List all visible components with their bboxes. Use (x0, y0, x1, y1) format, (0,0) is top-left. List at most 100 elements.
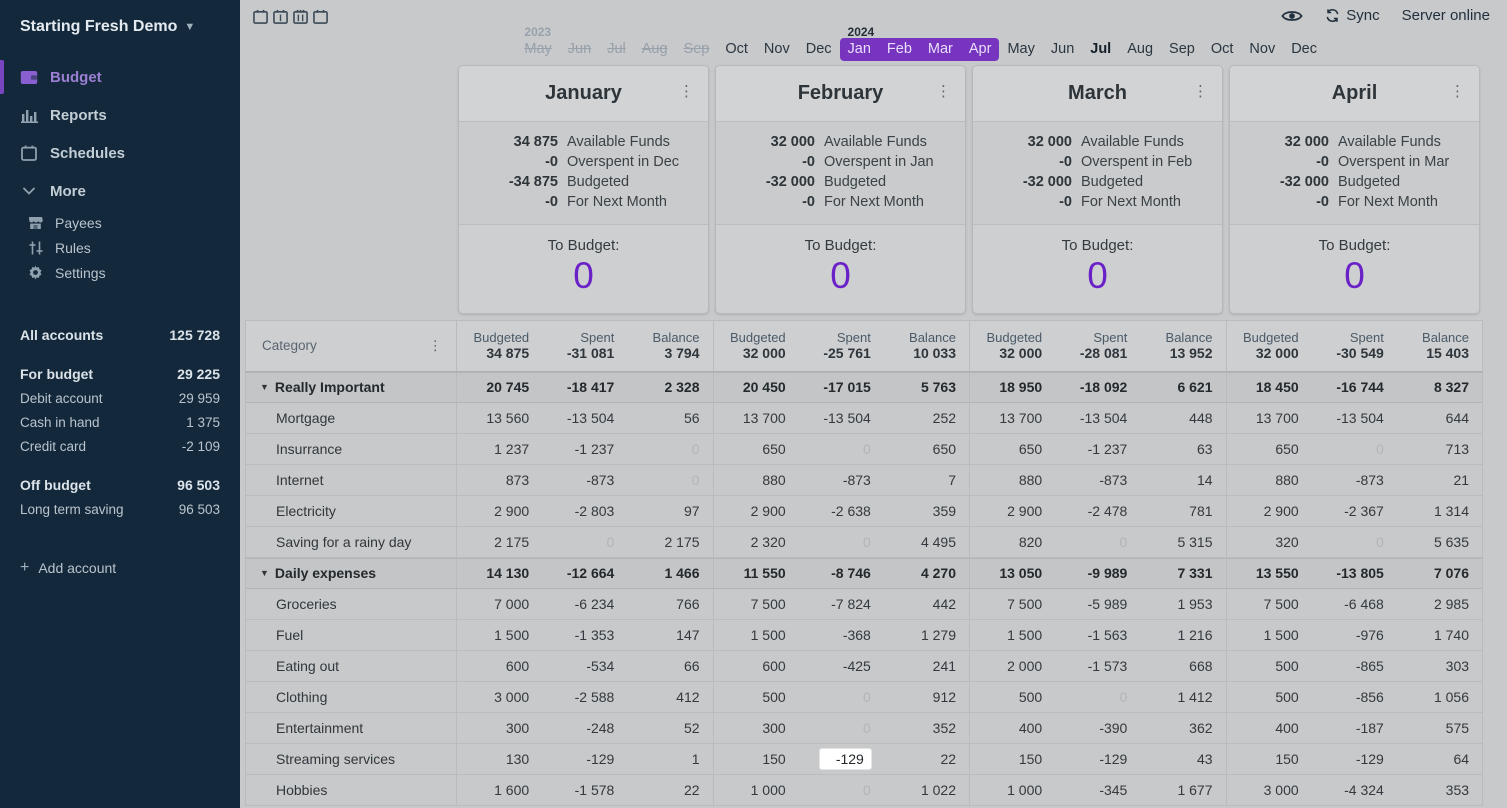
budgeted-cell[interactable]: 500 (714, 682, 799, 712)
category-name-cell[interactable]: Streaming services (246, 744, 456, 774)
category-name-cell[interactable]: Entertainment (246, 713, 456, 743)
spent-cell[interactable]: 0 (799, 434, 884, 464)
budgeted-cell[interactable]: 873 (457, 465, 542, 495)
timeline-month-oct[interactable]: Oct (1203, 38, 1242, 61)
budgeted-cell[interactable]: 7 000 (457, 589, 542, 619)
spent-cell[interactable]: -865 (1312, 651, 1397, 681)
balance-cell[interactable]: 362 (1140, 713, 1225, 743)
balance-cell[interactable]: 2 175 (627, 527, 712, 557)
budgeted-cell[interactable]: 20 450 (714, 373, 799, 402)
spent-cell[interactable]: -5 989 (1055, 589, 1140, 619)
balance-cell[interactable]: 412 (627, 682, 712, 712)
timeline-month-oct[interactable]: Oct (717, 38, 756, 61)
spent-cell[interactable]: 0 (799, 713, 884, 743)
spent-cell[interactable]: -873 (542, 465, 627, 495)
budgeted-cell[interactable]: 1 500 (1227, 620, 1312, 650)
spent-cell[interactable]: -13 504 (1055, 403, 1140, 433)
budgeted-cell[interactable]: 880 (1227, 465, 1312, 495)
budgeted-cell[interactable]: 18 950 (970, 373, 1055, 402)
timeline-month-sep[interactable]: Sep (676, 38, 718, 61)
budgeted-cell[interactable]: 400 (970, 713, 1055, 743)
spent-cell[interactable]: -13 504 (1312, 403, 1397, 433)
balance-cell[interactable]: 448 (1140, 403, 1225, 433)
server-status-button[interactable]: Server online (1402, 7, 1490, 24)
balance-cell[interactable]: 241 (884, 651, 969, 681)
budgeted-cell[interactable]: 650 (1227, 434, 1312, 464)
spent-cell[interactable]: -873 (799, 465, 884, 495)
spent-cell[interactable]: -345 (1055, 775, 1140, 805)
category-name-cell[interactable]: Clothing (246, 682, 456, 712)
timeline-month-dec[interactable]: Dec (798, 38, 840, 61)
budgeted-cell[interactable]: 13 560 (457, 403, 542, 433)
budgeted-cell[interactable]: 600 (714, 651, 799, 681)
balance-cell[interactable]: 1 314 (1397, 496, 1482, 526)
spent-cell[interactable]: 0 (1055, 682, 1140, 712)
budgeted-cell[interactable]: 1 000 (714, 775, 799, 805)
budgeted-cell[interactable]: 600 (457, 651, 542, 681)
budgeted-cell[interactable]: 500 (970, 682, 1055, 712)
spent-cell[interactable]: -248 (542, 713, 627, 743)
budgeted-cell[interactable]: 7 500 (970, 589, 1055, 619)
balance-cell[interactable]: 6 621 (1140, 373, 1225, 402)
budgeted-cell[interactable]: 3 000 (1227, 775, 1312, 805)
spent-cell[interactable]: -187 (1312, 713, 1397, 743)
month-menu-icon[interactable]: ⋮ (936, 82, 951, 100)
spent-cell[interactable]: -368 (799, 620, 884, 650)
budgeted-cell[interactable]: 1 600 (457, 775, 542, 805)
balance-cell[interactable]: 352 (884, 713, 969, 743)
spent-cell[interactable]: -873 (1312, 465, 1397, 495)
budgeted-cell[interactable]: 1 500 (714, 620, 799, 650)
sidebar-item-budget[interactable]: Budget (0, 58, 240, 96)
timeline-month-dec[interactable]: Dec (1283, 38, 1325, 61)
spent-cell[interactable]: -17 015 (799, 373, 884, 402)
balance-cell[interactable]: 5 635 (1397, 527, 1482, 557)
spent-cell[interactable]: -13 805 (1312, 559, 1397, 588)
budgeted-cell[interactable]: 2 900 (457, 496, 542, 526)
spent-cell[interactable]: -2 803 (542, 496, 627, 526)
balance-cell[interactable]: 64 (1397, 744, 1482, 774)
four-month-view-icon[interactable] (313, 9, 328, 24)
spent-cell[interactable]: -13 504 (799, 403, 884, 433)
timeline-month-aug[interactable]: Aug (634, 38, 676, 61)
balance-cell[interactable]: 442 (884, 589, 969, 619)
balance-cell[interactable]: 1 412 (1140, 682, 1225, 712)
balance-cell[interactable]: 14 (1140, 465, 1225, 495)
category-name-cell[interactable]: Internet (246, 465, 456, 495)
balance-cell[interactable]: 668 (1140, 651, 1225, 681)
budgeted-cell[interactable]: 130 (457, 744, 542, 774)
spent-cell[interactable]: -976 (1312, 620, 1397, 650)
balance-cell[interactable]: 56 (627, 403, 712, 433)
three-month-view-icon[interactable] (293, 9, 308, 24)
budgeted-cell[interactable]: 1 000 (970, 775, 1055, 805)
spent-cell[interactable]: -425 (799, 651, 884, 681)
spent-cell[interactable]: 0 (1312, 434, 1397, 464)
privacy-eye-icon[interactable] (1281, 8, 1303, 24)
balance-cell[interactable]: 766 (627, 589, 712, 619)
spent-cell[interactable]: 0 (542, 527, 627, 557)
timeline-month-jan[interactable]: Jan2024 (840, 38, 879, 61)
account-row[interactable]: Off budget96 503 (20, 473, 220, 497)
budgeted-cell[interactable]: 500 (1227, 651, 1312, 681)
spent-cell[interactable]: -1 237 (1055, 434, 1140, 464)
one-month-view-icon[interactable] (253, 9, 268, 24)
balance-cell[interactable]: 1 677 (1140, 775, 1225, 805)
to-budget-amount[interactable]: 0 (973, 256, 1222, 297)
category-name-cell[interactable]: Fuel (246, 620, 456, 650)
balance-cell[interactable]: 52 (627, 713, 712, 743)
timeline-month-jun[interactable]: Jun (1043, 38, 1082, 61)
to-budget-amount[interactable]: 0 (459, 256, 708, 297)
balance-cell[interactable]: 359 (884, 496, 969, 526)
spent-cell[interactable]: -13 504 (542, 403, 627, 433)
budgeted-cell[interactable]: 7 500 (714, 589, 799, 619)
sidebar-item-settings[interactable]: Settings (8, 260, 240, 285)
sync-button[interactable]: Sync (1325, 7, 1379, 24)
budgeted-cell[interactable]: 3 000 (457, 682, 542, 712)
spent-cell[interactable]: -129 (1312, 744, 1397, 774)
balance-cell[interactable]: 7 (884, 465, 969, 495)
balance-cell[interactable]: 575 (1397, 713, 1482, 743)
balance-cell[interactable]: 1 466 (627, 559, 712, 588)
timeline-month-nov[interactable]: Nov (1241, 38, 1283, 61)
timeline-month-jun[interactable]: Jun (560, 38, 599, 61)
category-name-cell[interactable]: ▼Really Important (246, 373, 456, 402)
sidebar-item-rules[interactable]: Rules (8, 235, 240, 260)
